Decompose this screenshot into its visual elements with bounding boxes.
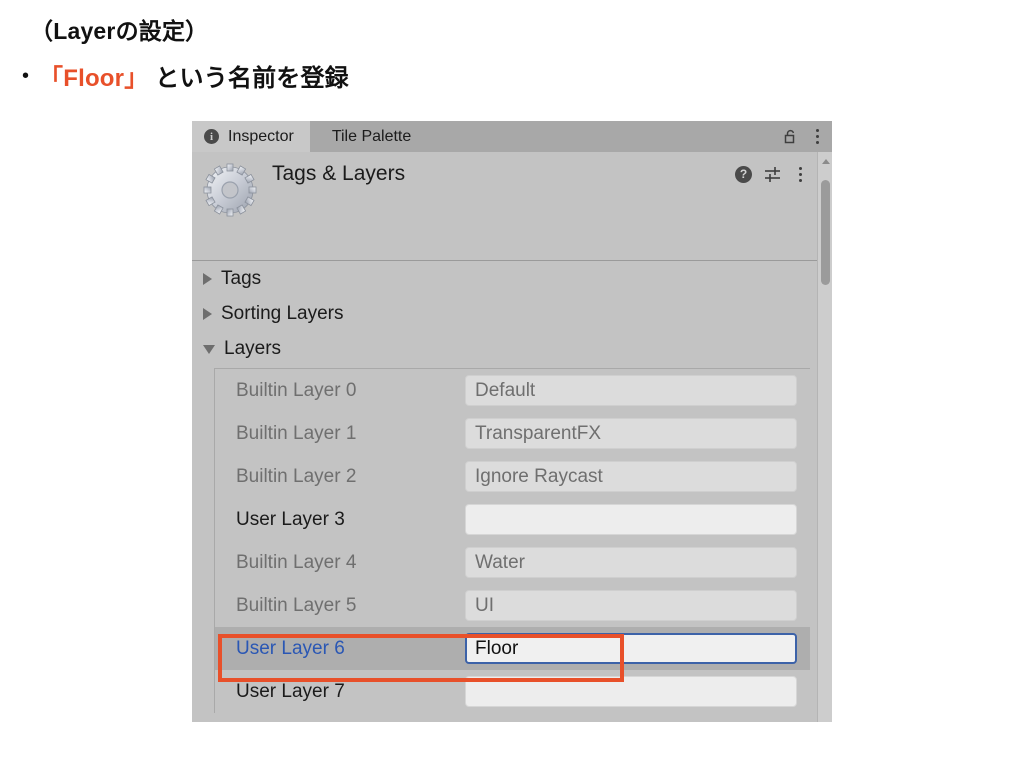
tab-bar-actions [784, 121, 832, 152]
panel-body: Tags Sorting Layers Layers Builtin Layer… [192, 261, 832, 721]
layer-name-field[interactable] [465, 676, 797, 707]
preset-icon[interactable] [764, 166, 782, 183]
layer-name-field: Water [465, 547, 797, 578]
layer-label: Builtin Layer 5 [236, 594, 357, 616]
layer-name-field: Ignore Raycast [465, 461, 797, 492]
component-title: Tags & Layers [272, 162, 406, 185]
component-header-actions: ? [735, 165, 806, 183]
gear-icon [202, 162, 258, 218]
info-icon: i [204, 129, 219, 144]
layer-list: Builtin Layer 0 Default Builtin Layer 1 … [214, 368, 810, 713]
layer-label: Builtin Layer 0 [236, 379, 357, 401]
layer-label: User Layer 7 [236, 680, 345, 702]
tab-tile-palette-label: Tile Palette [331, 127, 412, 145]
layer-name-field: TransparentFX [465, 418, 797, 449]
layer-label: User Layer 3 [236, 508, 345, 530]
layer-name-field-focused[interactable]: Floor [465, 633, 797, 664]
table-row: Builtin Layer 4 Water [215, 541, 810, 584]
table-row: User Layer 7 [215, 670, 810, 713]
inspector-window: i Inspector Tile Palette Tags & Layers ?… [192, 121, 832, 722]
help-icon[interactable]: ? [735, 165, 752, 183]
chevron-down-icon [203, 345, 215, 354]
vertical-scrollbar[interactable] [817, 152, 832, 722]
layer-name-field: UI [465, 590, 797, 621]
table-row: Builtin Layer 0 Default [215, 369, 810, 412]
bullet-line: • 「Floor」 という名前を登録 [22, 58, 349, 93]
layer-label: Builtin Layer 1 [236, 422, 357, 444]
table-row: Builtin Layer 5 UI [215, 584, 810, 627]
layer-name-field: Default [465, 375, 797, 406]
foldout-sorting-layers[interactable]: Sorting Layers [192, 296, 832, 331]
layer-label: Builtin Layer 4 [236, 551, 357, 573]
bullet-text: 「Floor」 という名前を登録 [39, 58, 349, 93]
tab-bar: i Inspector Tile Palette [192, 121, 832, 152]
bullet-rest-text: という名前を登録 [148, 65, 349, 92]
foldout-tags-label: Tags [221, 267, 262, 289]
table-row: User Layer 3 [215, 498, 810, 541]
layer-name-field[interactable] [465, 504, 797, 535]
chevron-right-icon [203, 272, 212, 285]
tab-inspector-label: Inspector [228, 127, 294, 145]
foldout-layers-label: Layers [224, 337, 282, 359]
layer-label: User Layer 6 [236, 637, 345, 659]
foldout-sorting-layers-label: Sorting Layers [221, 302, 344, 324]
tab-inspector[interactable]: i Inspector [192, 121, 310, 152]
foldout-layers[interactable]: Layers [192, 331, 832, 366]
tab-bar-spacer [437, 121, 784, 152]
layer-label: Builtin Layer 2 [236, 465, 357, 487]
lock-open-icon[interactable] [784, 129, 798, 144]
scroll-up-arrow-icon[interactable] [822, 159, 830, 164]
foldout-tags[interactable]: Tags [192, 261, 832, 296]
kebab-menu-icon[interactable] [794, 165, 806, 183]
table-row-selected: User Layer 6 Floor [215, 627, 810, 670]
scrollbar-thumb[interactable] [821, 180, 830, 285]
bullet-accent-text: 「Floor」 [39, 65, 149, 92]
tab-tile-palette[interactable]: Tile Palette [309, 121, 438, 152]
kebab-menu-icon[interactable] [811, 128, 823, 146]
table-row: Builtin Layer 2 Ignore Raycast [215, 455, 810, 498]
chevron-right-icon [203, 307, 212, 320]
table-row: Builtin Layer 1 TransparentFX [215, 412, 810, 455]
bullet-marker: • [22, 64, 30, 87]
component-header: Tags & Layers ? [192, 152, 832, 261]
page-title: （Layerの設定） [30, 18, 209, 44]
